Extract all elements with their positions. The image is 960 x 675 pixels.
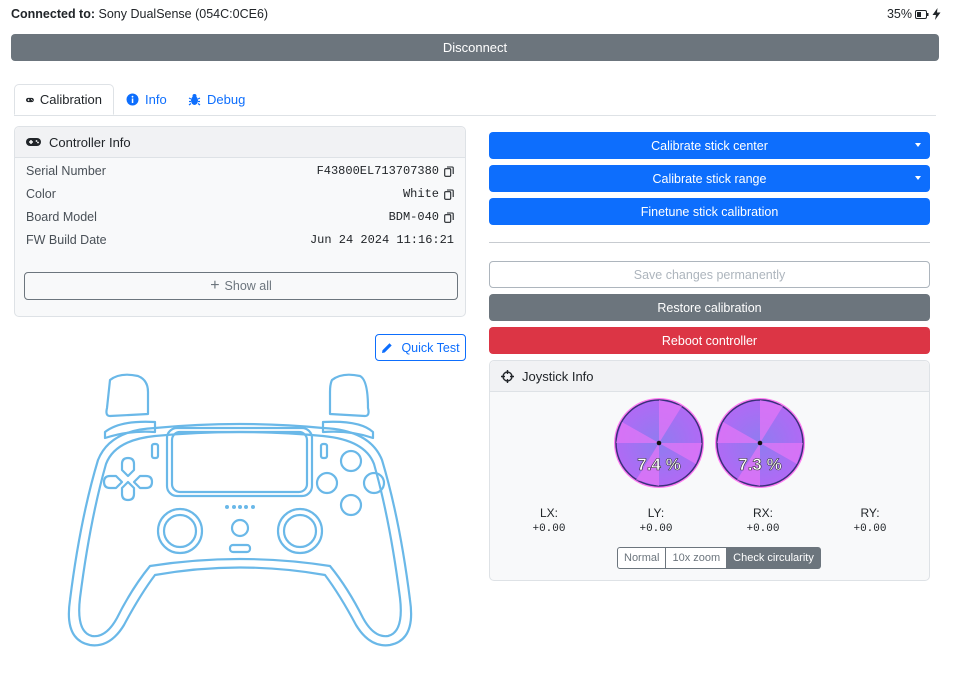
axis-ly: LY: +0.00 bbox=[616, 506, 696, 535]
info-row-color: Color White bbox=[26, 187, 454, 205]
copy-icon[interactable] bbox=[444, 188, 454, 200]
axis-ry: RY: +0.00 bbox=[830, 506, 910, 535]
axis-rx: RX: +0.00 bbox=[723, 506, 803, 535]
tab-calibration[interactable]: Calibration bbox=[14, 84, 114, 115]
board-model-value: BDM-040 bbox=[388, 210, 439, 224]
calibrate-center-label: Calibrate stick center bbox=[651, 138, 768, 153]
show-all-button[interactable]: + Show all bbox=[24, 272, 458, 300]
triangle-button bbox=[339, 449, 363, 473]
quick-test-label: Quick Test bbox=[401, 340, 460, 355]
quick-test-button[interactable]: Quick Test bbox=[375, 334, 466, 361]
fw-date-value: Jun 24 2024 11:16:21 bbox=[309, 233, 454, 247]
dpad-down bbox=[120, 480, 136, 502]
info-row-board-model: Board Model BDM-040 bbox=[26, 210, 454, 228]
right-circularity-value: 7.3 % bbox=[738, 455, 782, 475]
plus-icon: + bbox=[210, 277, 220, 294]
gamepad-icon bbox=[26, 97, 34, 102]
axis-label: LY: bbox=[647, 506, 665, 520]
info-row-fw-date: FW Build Date Jun 24 2024 11:16:21 bbox=[26, 233, 454, 251]
dpad-up bbox=[120, 456, 136, 478]
display-mode-toggle: Normal 10x zoom Check circularity bbox=[617, 547, 821, 569]
player-leds bbox=[225, 505, 255, 509]
dpad-right bbox=[132, 474, 154, 490]
mode-circularity-button[interactable]: Check circularity bbox=[727, 547, 821, 569]
circle-button bbox=[362, 471, 386, 495]
device-name: Sony DualSense (054C:0CE6) bbox=[98, 7, 269, 21]
dropdown-caret-icon[interactable] bbox=[915, 143, 921, 147]
axis-value: +0.00 bbox=[532, 523, 566, 535]
battery-level: 35% bbox=[886, 7, 912, 21]
battery-icon bbox=[915, 9, 929, 19]
left-bumper bbox=[103, 420, 157, 440]
left-circularity-value: 7.4 % bbox=[637, 455, 681, 475]
card-title: Controller Info bbox=[49, 134, 131, 150]
create-button bbox=[150, 442, 160, 460]
mode-normal-button[interactable]: Normal bbox=[617, 547, 667, 569]
controller-info-header: Controller Info bbox=[15, 127, 465, 158]
crosshair-icon bbox=[501, 369, 514, 383]
touchpad-inner bbox=[170, 430, 309, 494]
dropdown-caret-icon[interactable] bbox=[915, 176, 921, 180]
dpad-left bbox=[102, 474, 124, 490]
info-label: FW Build Date bbox=[26, 233, 107, 247]
restore-calibration-button[interactable]: Restore calibration bbox=[489, 294, 930, 321]
tab-label: Info bbox=[145, 91, 167, 107]
pencil-icon bbox=[382, 342, 393, 353]
connected-label: Connected to: bbox=[11, 7, 96, 21]
calibrate-center-button[interactable]: Calibrate stick center bbox=[489, 132, 930, 159]
right-bumper bbox=[321, 420, 375, 440]
copy-icon[interactable] bbox=[444, 165, 454, 177]
axis-label: RX: bbox=[752, 506, 773, 520]
status-bar: Connected to: Sony DualSense (054C:0CE6)… bbox=[11, 7, 949, 23]
controller-illustration bbox=[67, 373, 413, 647]
divider bbox=[489, 242, 930, 243]
mute-button bbox=[228, 543, 252, 554]
disconnect-button[interactable]: Disconnect bbox=[11, 34, 939, 61]
gamepad-icon bbox=[26, 138, 41, 146]
battery-indicator: 35% bbox=[887, 7, 941, 21]
joystick-info-header: Joystick Info bbox=[490, 361, 929, 392]
show-all-label: Show all bbox=[224, 279, 272, 293]
bug-icon bbox=[188, 93, 201, 105]
body-inner-outline bbox=[78, 430, 402, 638]
info-label: Color bbox=[26, 187, 56, 201]
reboot-controller-button[interactable]: Reboot controller bbox=[489, 327, 930, 354]
controller-info-card: Controller Info Serial Number F43800EL71… bbox=[14, 126, 466, 317]
axis-label: LX: bbox=[539, 506, 558, 520]
left-trigger bbox=[105, 373, 150, 418]
axis-label: RY: bbox=[860, 506, 880, 520]
info-icon bbox=[126, 93, 139, 105]
tab-label: Debug bbox=[207, 91, 246, 107]
info-row-serial: Serial Number F43800EL713707380 bbox=[26, 164, 454, 182]
left-stick bbox=[162, 513, 198, 549]
axis-lx: LX: +0.00 bbox=[509, 506, 589, 535]
info-label: Board Model bbox=[26, 210, 97, 224]
mode-zoom-button[interactable]: 10x zoom bbox=[666, 547, 728, 569]
axis-value: +0.00 bbox=[853, 523, 887, 535]
tab-info[interactable]: Info bbox=[115, 84, 178, 114]
right-trigger bbox=[328, 373, 370, 418]
calibrate-range-button[interactable]: Calibrate stick range bbox=[489, 165, 930, 192]
calibrate-range-label: Calibrate stick range bbox=[652, 171, 767, 186]
copy-icon[interactable] bbox=[444, 211, 454, 223]
tab-debug[interactable]: Debug bbox=[177, 84, 256, 114]
serial-value: F43800EL713707380 bbox=[316, 164, 439, 178]
tab-label: Calibration bbox=[39, 92, 102, 107]
axis-value: +0.00 bbox=[639, 523, 673, 535]
info-label: Serial Number bbox=[26, 164, 106, 178]
charging-bolt-icon bbox=[932, 8, 941, 20]
save-changes-button[interactable]: Save changes permanently bbox=[489, 261, 930, 288]
tab-bar: Calibration Info Debug bbox=[14, 84, 936, 116]
ps-button bbox=[230, 518, 250, 538]
cross-button bbox=[339, 493, 363, 517]
options-button bbox=[319, 442, 329, 460]
card-title: Joystick Info bbox=[522, 368, 594, 384]
right-stick bbox=[282, 513, 318, 549]
square-button bbox=[315, 471, 339, 495]
finetune-button[interactable]: Finetune stick calibration bbox=[489, 198, 930, 225]
color-value: White bbox=[402, 187, 439, 201]
touchpad bbox=[165, 426, 314, 498]
axis-value: +0.00 bbox=[746, 523, 780, 535]
